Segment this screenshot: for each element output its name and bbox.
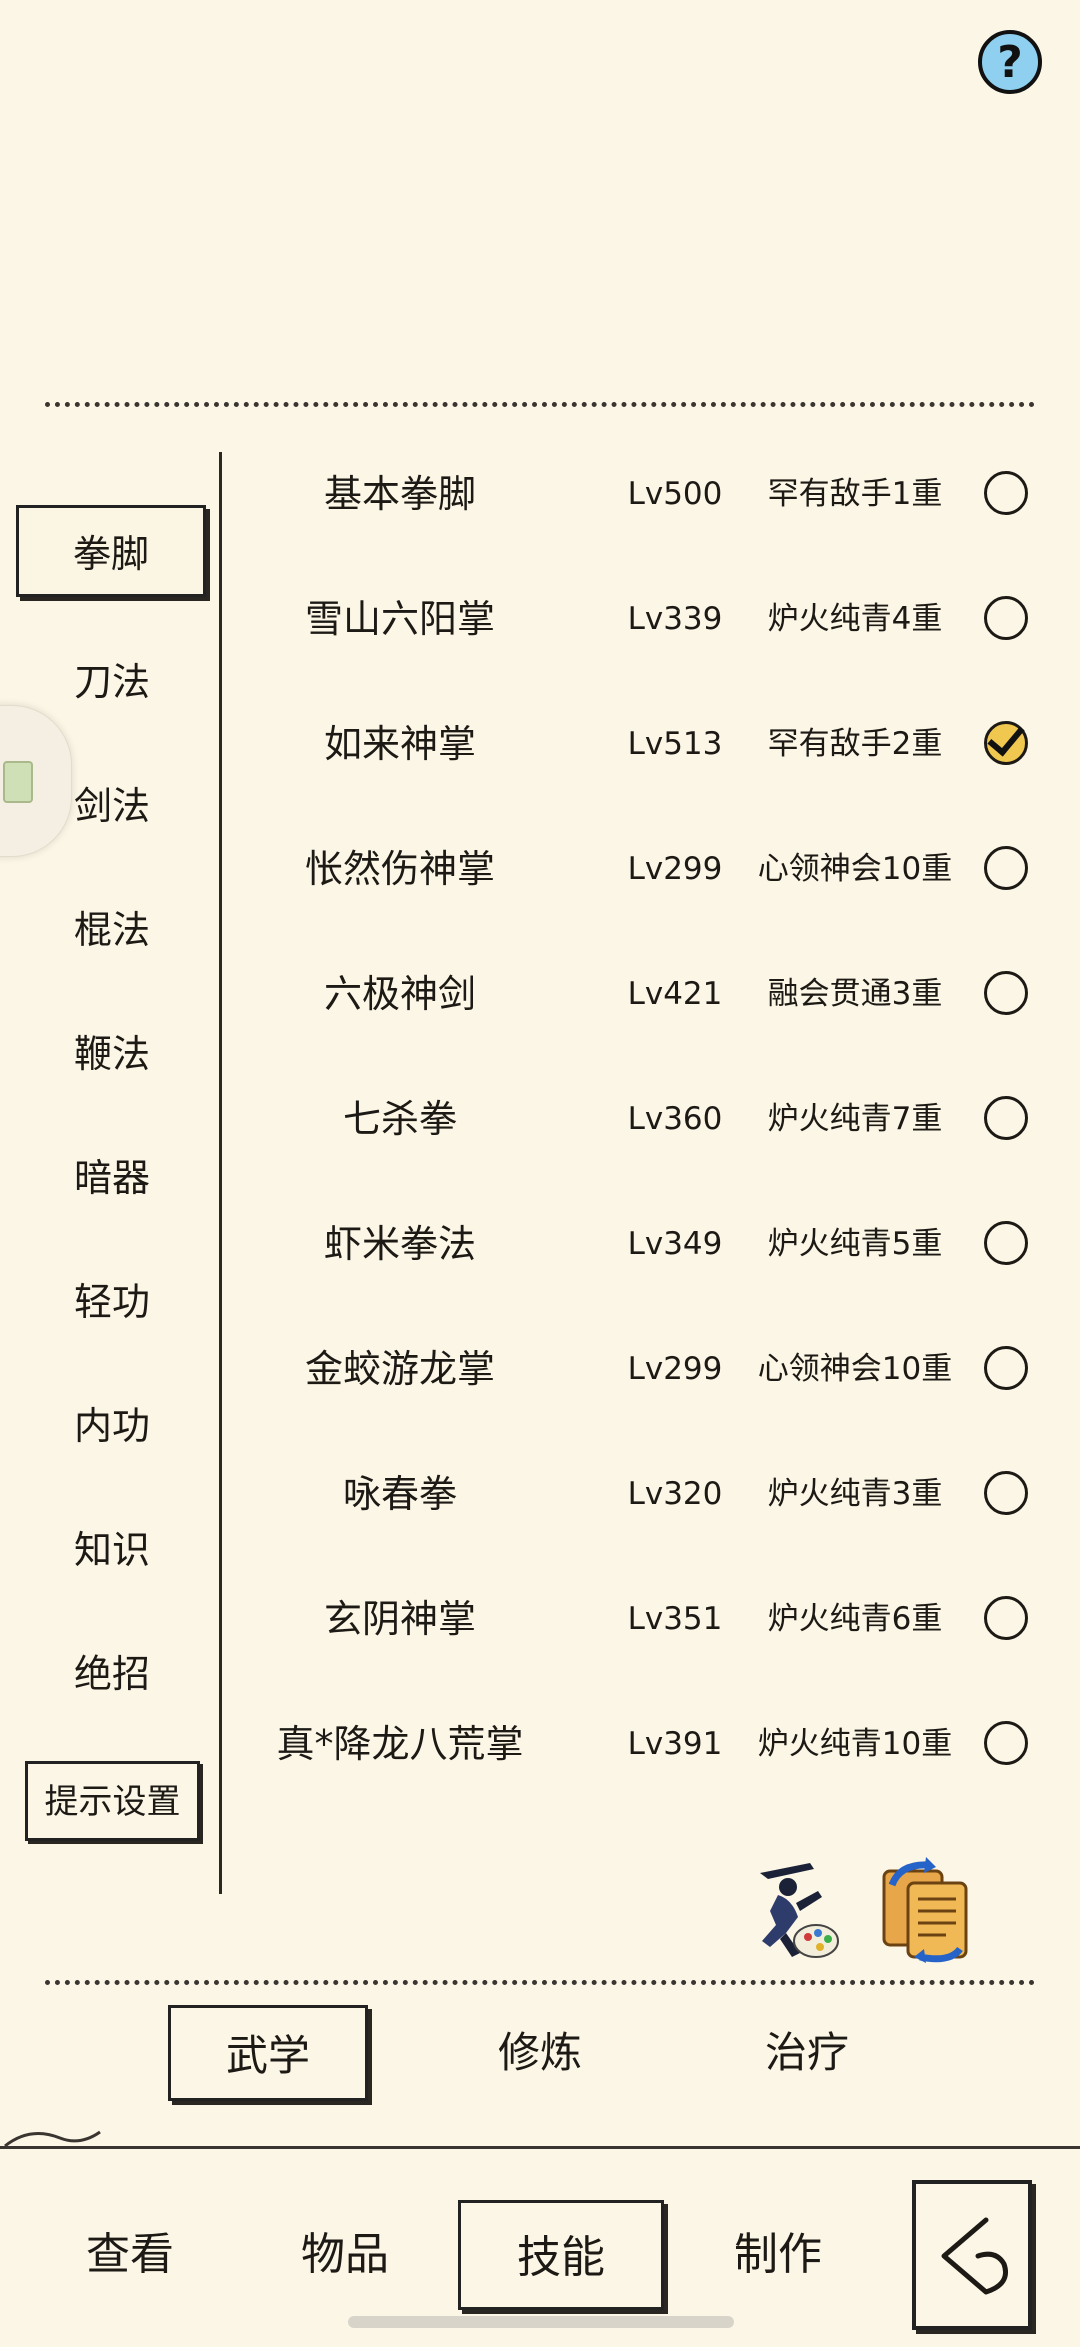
skill-toggle[interactable]: [984, 1471, 1028, 1515]
category-tab-juezhao[interactable]: 绝招: [16, 1639, 208, 1709]
skill-name: 真*降龙八荒掌: [276, 1722, 524, 1766]
martial-artist-painting-icon[interactable]: [740, 1855, 850, 1965]
skill-name: 雪山六阳掌: [304, 597, 495, 641]
swirl-decoration-icon: [4, 2130, 101, 2148]
skill-rank: 炉火纯青3重: [767, 1476, 943, 1512]
skill-row[interactable]: 虾米拳法 Lv349 炉火纯青5重: [230, 1204, 1050, 1284]
skill-row[interactable]: 玄阴神掌 Lv351 炉火纯青6重: [230, 1579, 1050, 1659]
category-tab-gunfa[interactable]: 棍法: [16, 895, 208, 965]
skill-row[interactable]: 金蛟游龙掌 Lv299 心领神会10重: [230, 1329, 1050, 1409]
category-tab-jianfa[interactable]: 剑法: [16, 771, 208, 841]
sidebar-divider: [219, 452, 222, 1894]
skill-row[interactable]: 咏春拳 Lv320 炉火纯青3重: [230, 1454, 1050, 1534]
skill-row[interactable]: 真*降龙八荒掌 Lv391 炉火纯青10重: [230, 1704, 1050, 1784]
skill-name: 怅然伤神掌: [304, 847, 495, 891]
nav-tab-items[interactable]: 物品: [275, 2200, 415, 2310]
skill-toggle[interactable]: [984, 1096, 1028, 1140]
skill-rank: 炉火纯青6重: [767, 1601, 943, 1637]
skill-row[interactable]: 如来神掌 Lv513 罕有敌手2重: [230, 704, 1050, 784]
skill-rank: 炉火纯青7重: [767, 1101, 943, 1137]
skill-rank: 罕有敌手1重: [767, 476, 943, 512]
middle-divider: [45, 1980, 1035, 1985]
nav-tab-view[interactable]: 查看: [60, 2200, 200, 2310]
skill-row[interactable]: 基本拳脚 Lv500 罕有敌手1重: [230, 454, 1050, 534]
skill-name: 七杀拳: [342, 1097, 457, 1141]
skill-toggle[interactable]: [984, 1221, 1028, 1265]
category-tab-qinggong[interactable]: 轻功: [16, 1267, 208, 1337]
skill-rank: 罕有敌手2重: [767, 726, 943, 762]
skill-rank: 炉火纯青10重: [757, 1726, 953, 1762]
skill-name: 虾米拳法: [323, 1222, 476, 1266]
skill-toggle[interactable]: [984, 471, 1028, 515]
skill-name: 金蛟游龙掌: [304, 1347, 495, 1391]
skill-name: 如来神掌: [323, 722, 476, 766]
category-tab-quanjiao[interactable]: 拳脚: [16, 505, 206, 597]
skill-toggle[interactable]: [984, 596, 1028, 640]
skill-rank: 炉火纯青4重: [767, 601, 943, 637]
skill-rank: 融会贯通3重: [767, 976, 943, 1012]
skill-row[interactable]: 六极神剑 Lv421 融会贯通3重: [230, 954, 1050, 1034]
back-arrow-icon: [941, 2217, 1008, 2295]
scroll-swap-icon[interactable]: [870, 1855, 980, 1965]
skill-name: 基本拳脚: [323, 472, 476, 516]
home-indicator[interactable]: [348, 2316, 734, 2328]
category-tab-anqi[interactable]: 暗器: [16, 1143, 208, 1213]
back-button[interactable]: [912, 2180, 1032, 2330]
skill-toggle[interactable]: [984, 1596, 1028, 1640]
category-tab-daofa[interactable]: 刀法: [16, 647, 208, 717]
hint-settings-button[interactable]: 提示设置: [25, 1761, 200, 1841]
skill-row[interactable]: 七杀拳 Lv360 炉火纯青7重: [230, 1079, 1050, 1159]
category-tab-zhishi[interactable]: 知识: [16, 1515, 208, 1585]
nav-tab-skills[interactable]: 技能: [458, 2200, 664, 2310]
subtab-wuxue[interactable]: 武学: [168, 2005, 368, 2101]
category-tab-neigong[interactable]: 内功: [16, 1391, 208, 1461]
help-label: ?: [997, 36, 1023, 88]
skills-screen: ? 拳脚 刀法 剑法 棍法 鞭法 暗器 轻功 内功 知识 绝招 提示设置 基本拳…: [0, 0, 1080, 2347]
skill-toggle[interactable]: [984, 971, 1028, 1015]
subtab-xiulian[interactable]: 修炼: [440, 2005, 640, 2101]
skill-rank: 心领神会10重: [757, 851, 953, 887]
skill-toggle-checked[interactable]: [984, 721, 1028, 765]
help-button[interactable]: ?: [978, 30, 1042, 94]
skill-row[interactable]: 雪山六阳掌 Lv339 炉火纯青4重: [230, 579, 1050, 659]
skill-row[interactable]: 怅然伤神掌 Lv299 心领神会10重: [230, 829, 1050, 909]
skill-toggle[interactable]: [984, 1346, 1028, 1390]
skill-name: 六极神剑: [323, 972, 476, 1016]
nav-tab-crafting[interactable]: 制作: [708, 2200, 848, 2310]
category-tab-bianfa[interactable]: 鞭法: [16, 1019, 208, 1089]
skill-name: 咏春拳: [342, 1472, 457, 1516]
subtab-zhiliao[interactable]: 治疗: [707, 2005, 907, 2101]
skill-name: 玄阴神掌: [323, 1597, 476, 1641]
skill-rank: 心领神会10重: [757, 1351, 953, 1387]
top-divider: [45, 402, 1035, 407]
skill-toggle[interactable]: [984, 846, 1028, 890]
bottom-divider: [0, 2146, 1080, 2149]
skill-toggle[interactable]: [984, 1721, 1028, 1765]
skill-rank: 炉火纯青5重: [767, 1226, 943, 1262]
